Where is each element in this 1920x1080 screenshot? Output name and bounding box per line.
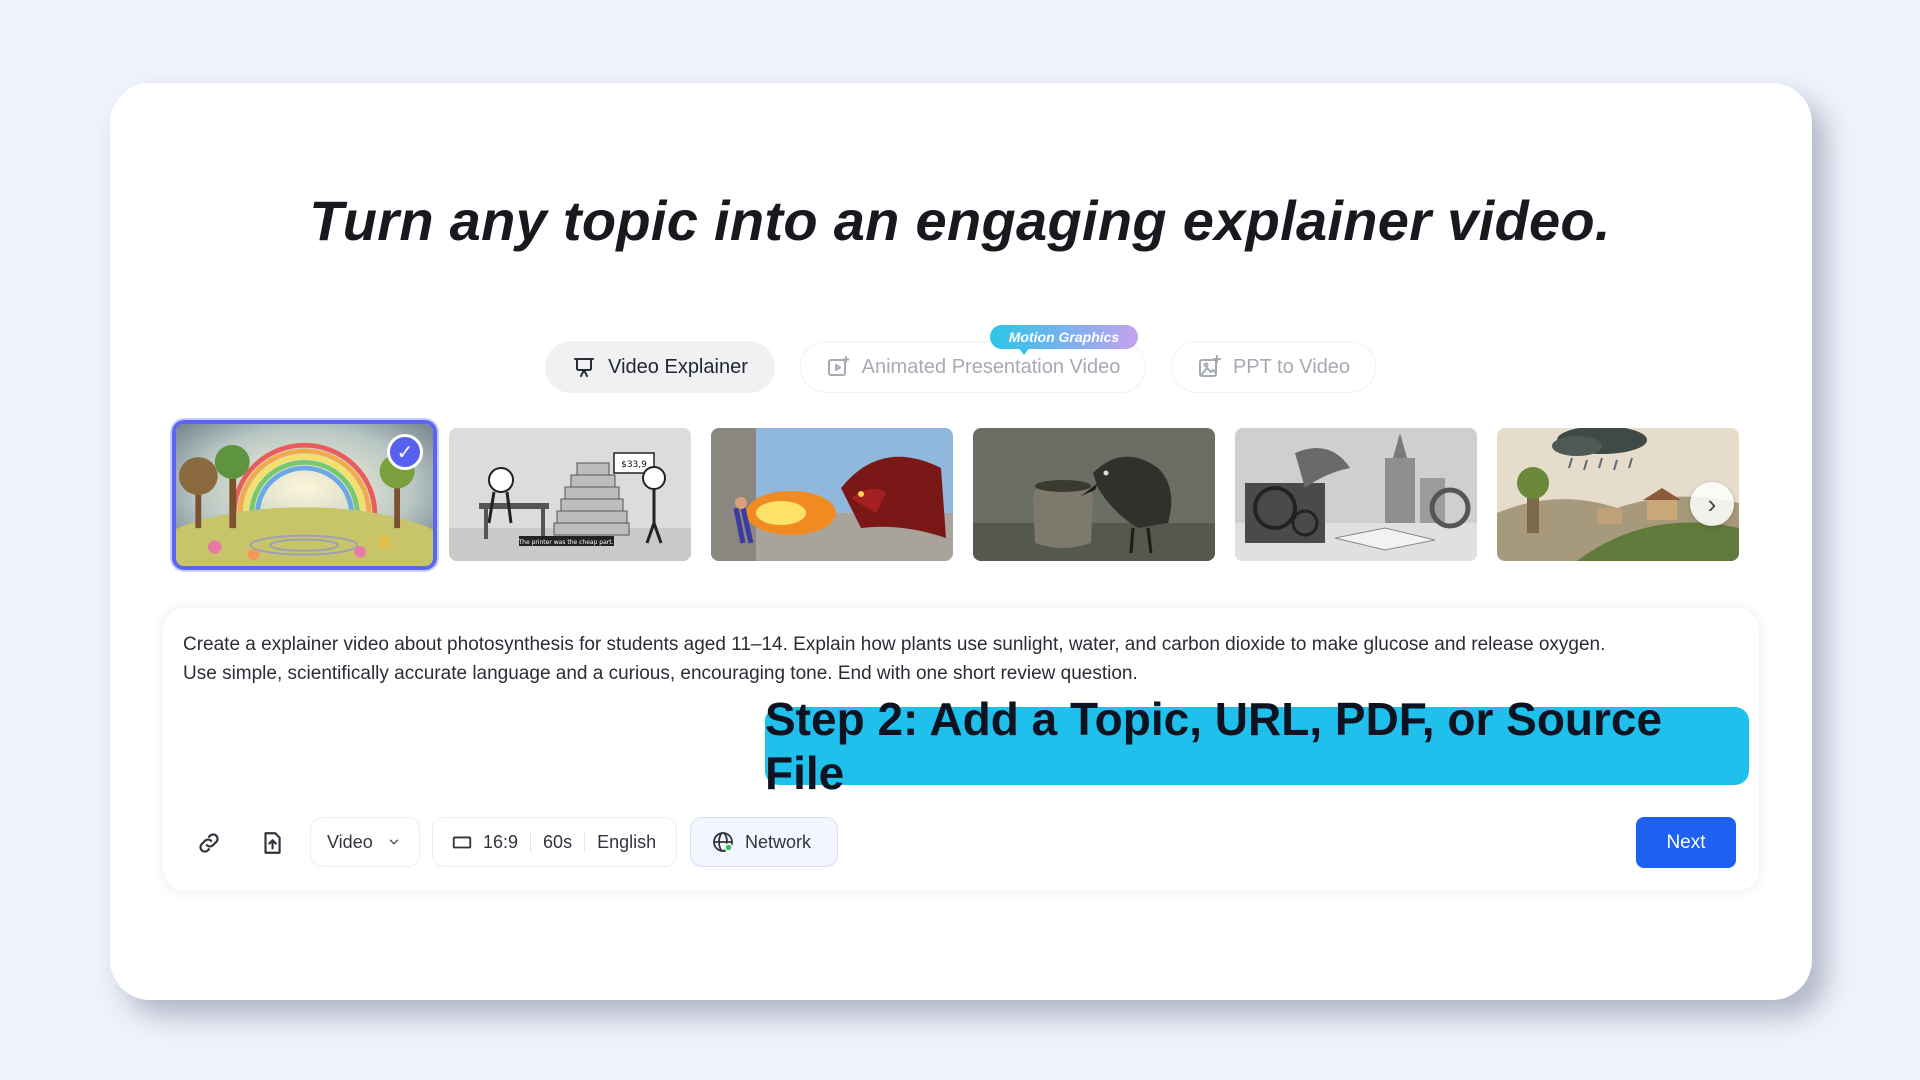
prompt-line-1: Create a explainer video about photosynt… — [183, 634, 1606, 655]
duration-value: 60s — [530, 832, 584, 852]
crow-pot-image — [973, 428, 1215, 561]
motion-graphics-badge: Motion Graphics — [990, 325, 1138, 349]
video-settings-button[interactable]: 16:9 60s English — [432, 817, 677, 867]
prompt-text[interactable]: Create a explainer video about photosynt… — [183, 630, 1723, 688]
tab-video-explainer[interactable]: Video Explainer — [545, 341, 775, 393]
image-add-icon — [1197, 355, 1221, 379]
aspect-ratio-icon — [452, 836, 472, 849]
output-type-select[interactable]: Video — [310, 817, 420, 867]
thumbnail-sketch-cartoon[interactable]: $33,9 The printer was the cheap part. — [449, 428, 691, 561]
paper-city-image — [1235, 428, 1477, 561]
tab-label: Animated Presentation Video — [861, 355, 1121, 378]
step-banner: Step 2: Add a Topic, URL, PDF, or Source… — [765, 693, 1749, 799]
video-add-icon — [826, 355, 850, 379]
add-link-button[interactable] — [190, 820, 228, 866]
thumbnail-monochrome-city[interactable] — [1235, 428, 1477, 561]
prompt-line-2: Use simple, scientifically accurate lang… — [183, 663, 1138, 684]
caption-text: The printer was the cheap part. — [518, 539, 614, 546]
network-label: Network — [745, 831, 812, 852]
chevron-right-icon: › — [1707, 488, 1717, 519]
sign-text: $33,9 — [621, 460, 647, 470]
page-title: Turn any topic into an engaging explaine… — [309, 189, 1611, 252]
network-toggle[interactable]: Network — [690, 817, 838, 867]
dragon-fire-image — [711, 428, 953, 561]
output-type-value: Video — [327, 831, 373, 852]
thumbnail-clay-crow[interactable] — [973, 428, 1215, 561]
carousel-next-button[interactable]: › — [1690, 482, 1734, 526]
sketch-cartoon-image: $33,9 The printer was the cheap part. — [449, 428, 691, 561]
link-icon — [199, 833, 219, 853]
selected-check-icon: ✓ — [387, 434, 423, 470]
tab-ppt-to-video[interactable]: PPT to Video — [1171, 341, 1376, 393]
thumbnail-3d-dragon[interactable] — [711, 428, 953, 561]
upload-file-icon — [264, 832, 281, 854]
thumbnail-felt-rainbow[interactable]: ✓ — [172, 420, 437, 570]
globe-icon — [713, 832, 733, 852]
tab-label: PPT to Video — [1232, 355, 1351, 378]
next-button[interactable]: Next — [1636, 817, 1736, 868]
language-value: English — [584, 832, 668, 852]
mode-tabs: Video Explainer Animated Presentation Vi… — [0, 341, 1920, 395]
upload-file-button[interactable] — [252, 820, 292, 866]
aspect-ratio-value: 16:9 — [483, 832, 519, 852]
tab-label: Video Explainer — [608, 355, 748, 378]
chevron-down-icon — [389, 839, 398, 845]
badge-tail — [1018, 347, 1030, 355]
presentation-icon — [572, 355, 596, 379]
